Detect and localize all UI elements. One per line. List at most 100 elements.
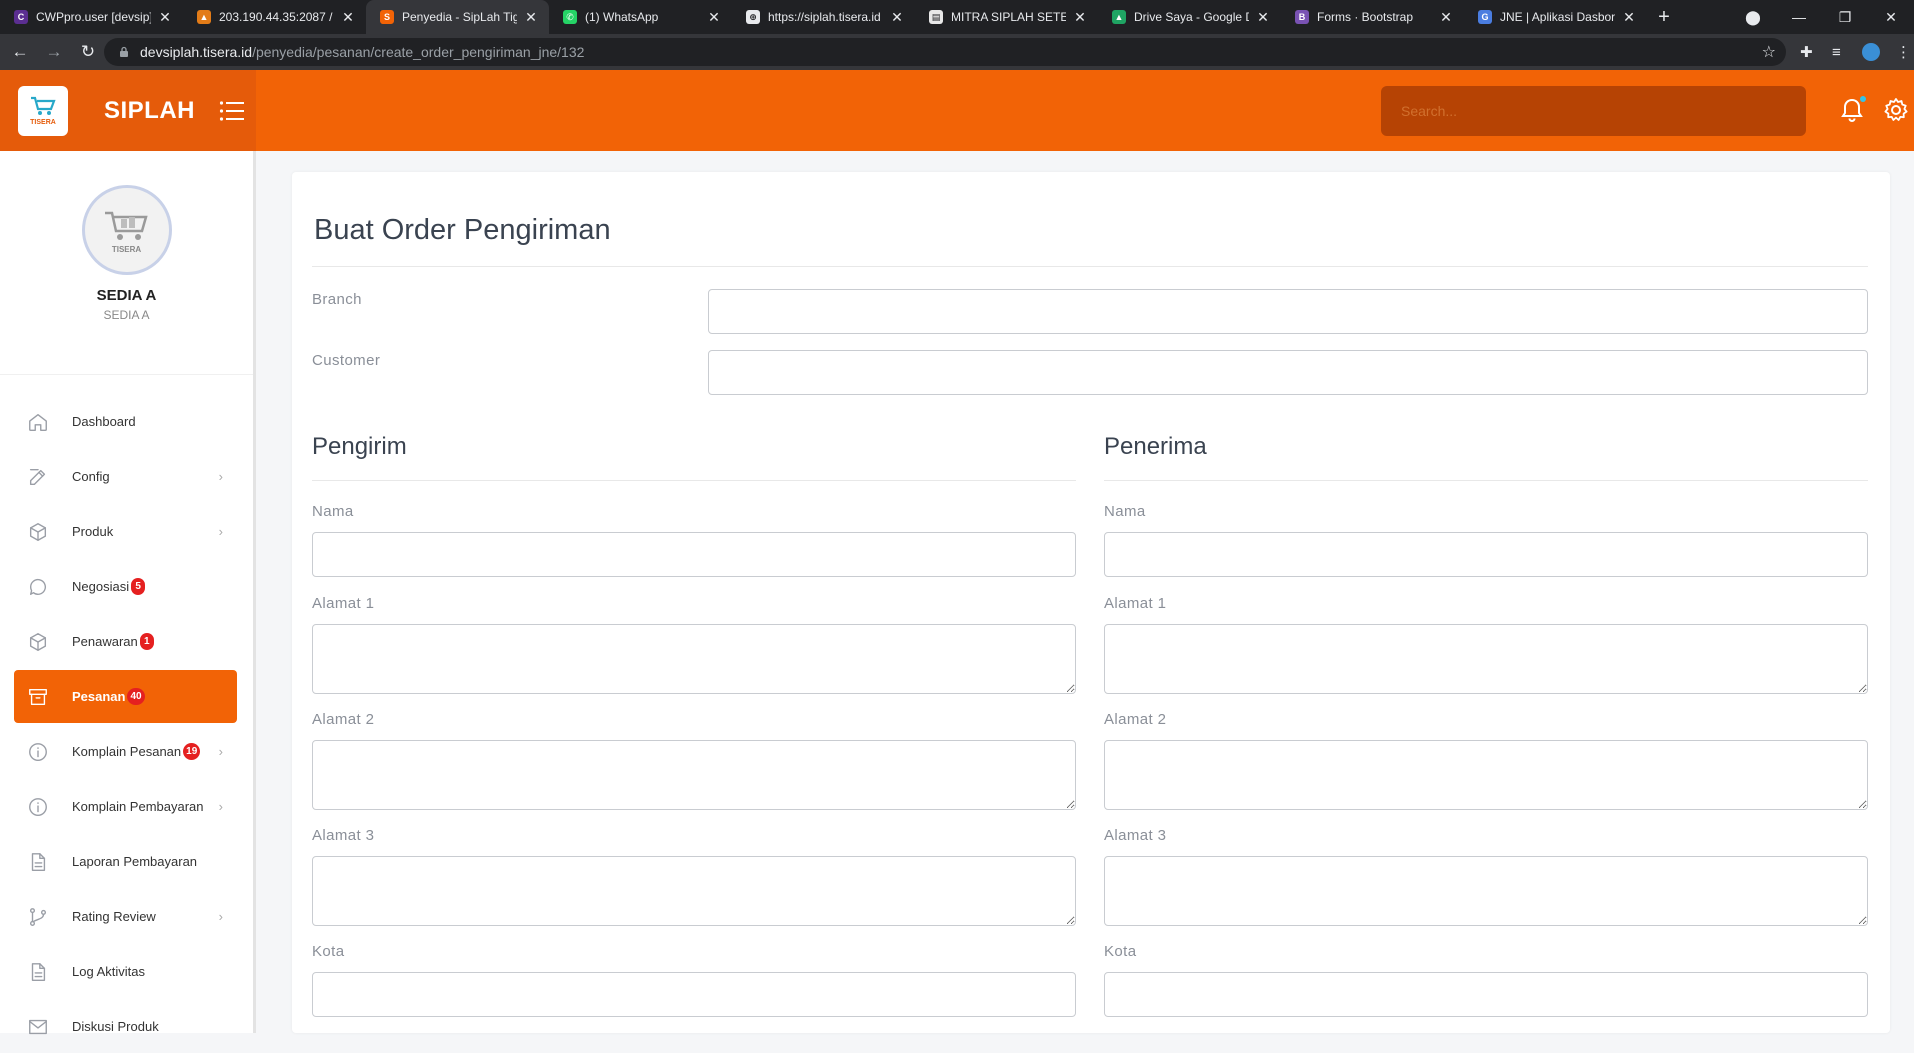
chevron-right-icon: › bbox=[218, 524, 223, 539]
menu-toggle-icon[interactable] bbox=[219, 100, 245, 122]
tab-close-icon[interactable]: ✕ bbox=[157, 9, 173, 26]
info-icon bbox=[26, 740, 50, 764]
sidebar-item-label: Negosiasi bbox=[72, 579, 130, 594]
chevron-right-icon: › bbox=[218, 799, 223, 814]
close-window-button[interactable]: ✕ bbox=[1868, 9, 1914, 26]
profile-icon[interactable]: ⬤ bbox=[1730, 9, 1776, 26]
edit-icon bbox=[26, 465, 50, 489]
sidebar-item-komplain-pesanan[interactable]: Komplain Pesanan 19 › bbox=[14, 725, 237, 778]
avatar-text: TISERA bbox=[111, 244, 142, 254]
chevron-right-icon: › bbox=[218, 469, 223, 484]
tab-close-icon[interactable]: ✕ bbox=[1621, 9, 1637, 26]
receiver-kota-input[interactable] bbox=[1104, 972, 1868, 1017]
sender-alamat3-textarea[interactable] bbox=[312, 856, 1076, 926]
receiver-alamat1-textarea[interactable] bbox=[1104, 624, 1868, 694]
reload-icon[interactable]: ↻ bbox=[74, 42, 102, 62]
sidebar-item-komplain-pembayaran[interactable]: Komplain Pembayaran › bbox=[14, 780, 237, 833]
sidebar-item-label: Log Aktivitas bbox=[72, 964, 145, 979]
box-icon bbox=[26, 520, 50, 544]
sidebar-item-rating-review[interactable]: Rating Review › bbox=[14, 890, 237, 943]
browser-tab[interactable]: ▲ 203.190.44.35:2087 / l ✕ bbox=[183, 0, 366, 34]
customer-input[interactable] bbox=[708, 350, 1868, 395]
branch-input[interactable] bbox=[708, 289, 1868, 334]
sidebar-item-negosiasi[interactable]: Negosiasi 5 bbox=[14, 560, 237, 613]
tab-favicon-icon: ▲ bbox=[1112, 10, 1126, 24]
tab-title: 203.190.44.35:2087 / l bbox=[219, 10, 334, 24]
tab-close-icon[interactable]: ✕ bbox=[1438, 9, 1454, 26]
sidebar-item-label: Komplain Pesanan bbox=[72, 744, 182, 759]
tab-title: (1) WhatsApp bbox=[585, 10, 659, 24]
sidebar-item-config[interactable]: Config › bbox=[14, 450, 237, 503]
minimize-button[interactable]: — bbox=[1776, 9, 1822, 25]
browser-tab[interactable]: ✆ (1) WhatsApp ✕ bbox=[549, 0, 732, 34]
receiver-alamat2-textarea[interactable] bbox=[1104, 740, 1868, 810]
sidebar-item-diskusi-produk[interactable]: Diskusi Produk bbox=[14, 1000, 237, 1053]
sidebar-item-dashboard[interactable]: Dashboard bbox=[14, 395, 237, 448]
extensions-icon[interactable]: ✚ bbox=[1800, 34, 1813, 70]
browser-menu-icon[interactable]: ⋮ bbox=[1896, 34, 1911, 70]
sidebar-item-label: Dashboard bbox=[72, 414, 136, 429]
account-avatar[interactable] bbox=[1862, 34, 1880, 70]
sidebar-item-label: Komplain Pembayaran bbox=[72, 799, 204, 814]
notification-dot bbox=[1860, 96, 1866, 102]
tab-title: Drive Saya - Google D bbox=[1134, 10, 1249, 24]
sender-nama-input[interactable] bbox=[312, 532, 1076, 577]
sender-alamat1-textarea[interactable] bbox=[312, 624, 1076, 694]
restore-button[interactable]: ❐ bbox=[1822, 9, 1868, 26]
search-input[interactable] bbox=[1381, 86, 1806, 136]
url-host: devsiplah.tisera.id bbox=[140, 44, 253, 60]
browser-tab[interactable]: ⊕ https://siplah.tisera.id ✕ bbox=[732, 0, 915, 34]
notification-bell-icon[interactable] bbox=[1838, 96, 1866, 124]
profile-panel: TISERA SEDIA A SEDIA A bbox=[0, 185, 253, 375]
browser-tab[interactable]: ▲ Drive Saya - Google D ✕ bbox=[1098, 0, 1281, 34]
media-icon[interactable]: ≡ bbox=[1832, 34, 1841, 70]
address-bar[interactable]: devsiplah.tisera.id/penyedia/pesanan/cre… bbox=[104, 38, 1786, 66]
app-logo[interactable]: TISERA bbox=[18, 85, 68, 136]
receiver-kota-label: Kota bbox=[1104, 943, 1137, 960]
tab-title: https://siplah.tisera.id bbox=[768, 10, 881, 24]
sender-alamat2-textarea[interactable] bbox=[312, 740, 1076, 810]
sender-kota-input[interactable] bbox=[312, 972, 1076, 1017]
sidebar-item-produk[interactable]: Produk › bbox=[14, 505, 237, 558]
receiver-alamat3-label: Alamat 3 bbox=[1104, 827, 1167, 844]
tab-close-icon[interactable]: ✕ bbox=[523, 9, 539, 26]
gear-icon[interactable] bbox=[1882, 96, 1910, 124]
browser-tab[interactable]: B Forms · Bootstrap ✕ bbox=[1281, 0, 1464, 34]
tab-favicon-icon: ▤ bbox=[929, 10, 943, 24]
profile-subtitle: SEDIA A bbox=[103, 308, 150, 322]
tab-close-icon[interactable]: ✕ bbox=[340, 9, 356, 26]
tab-close-icon[interactable]: ✕ bbox=[1255, 9, 1271, 26]
sidebar-item-pesanan[interactable]: Pesanan 40 bbox=[14, 670, 237, 723]
top-navbar bbox=[256, 70, 1914, 151]
sidebar-item-label: Laporan Pembayaran bbox=[72, 854, 198, 869]
count-badge: 1 bbox=[139, 633, 154, 650]
tab-close-icon[interactable]: ✕ bbox=[1072, 9, 1088, 26]
store-cart-icon bbox=[104, 211, 148, 240]
back-icon[interactable]: ← bbox=[6, 42, 34, 62]
tab-title: Penyedia - SipLah Tiga bbox=[402, 10, 517, 24]
tab-close-icon[interactable]: ✕ bbox=[706, 9, 722, 26]
bookmark-star-icon[interactable]: ☆ bbox=[1762, 42, 1776, 62]
avatar[interactable]: TISERA bbox=[81, 185, 172, 275]
sidebar-item-log-aktivitas[interactable]: Log Aktivitas bbox=[14, 945, 237, 998]
receiver-heading: Penerima bbox=[1104, 433, 1207, 460]
sender-alamat1-label: Alamat 1 bbox=[312, 595, 375, 612]
browser-tab[interactable]: ▤ MITRA SIPLAH SETELA ✕ bbox=[915, 0, 1098, 34]
brand-header: TISERA SIPLAH bbox=[0, 70, 256, 151]
sidebar-item-laporan-pembayaran[interactable]: Laporan Pembayaran bbox=[14, 835, 237, 888]
tab-favicon-icon: C bbox=[14, 10, 28, 24]
browser-tab[interactable]: G JNE | Aplikasi Dasbor / ✕ bbox=[1464, 0, 1647, 34]
forward-icon[interactable]: → bbox=[40, 42, 68, 62]
sidebar-item-penawaran[interactable]: Penawaran 1 bbox=[14, 615, 237, 668]
browser-tab-bar: C CWPpro.user [devsip] ✕ ▲ 203.190.44.35:208… bbox=[0, 0, 1914, 34]
count-badge: 5 bbox=[131, 578, 146, 595]
order-form-card: Buat Order Pengiriman Branch Customer Pe… bbox=[292, 172, 1890, 1033]
browser-tab[interactable]: S Penyedia - SipLah Tiga ✕ bbox=[366, 0, 549, 34]
receiver-alamat3-textarea[interactable] bbox=[1104, 856, 1868, 926]
new-tab-button[interactable]: + bbox=[1647, 0, 1681, 34]
sender-alamat3-label: Alamat 3 bbox=[312, 827, 375, 844]
sidebar-item-label: Config bbox=[72, 469, 110, 484]
receiver-nama-input[interactable] bbox=[1104, 532, 1868, 577]
browser-tab[interactable]: C CWPpro.user [devsip] ✕ bbox=[0, 0, 183, 34]
tab-close-icon[interactable]: ✕ bbox=[889, 9, 905, 26]
